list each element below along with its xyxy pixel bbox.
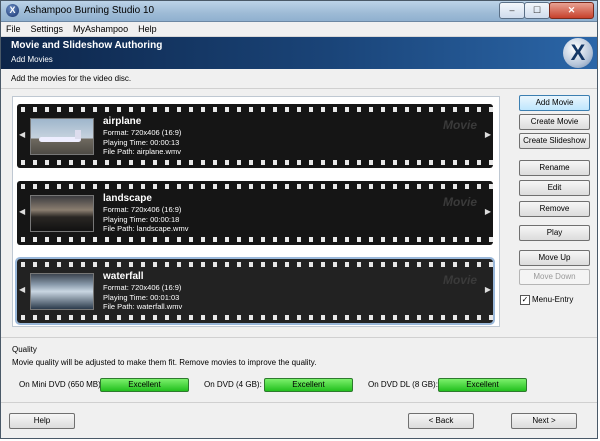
movie-file-path: File Path: landscape.wmv [103, 224, 189, 233]
movie-name: landscape [103, 193, 152, 204]
divider [1, 88, 597, 89]
film-perforation [17, 184, 493, 189]
movie-item-landscape[interactable]: ◀ ▶ landscape Format: 720x406 (16:9) Pla… [17, 181, 493, 245]
movie-thumbnail [30, 195, 94, 232]
arrow-right-icon: ▶ [484, 130, 491, 139]
movie-tag: Movie [442, 195, 477, 209]
page-subtitle: Add Movies [11, 55, 53, 64]
divider [1, 337, 597, 338]
movie-name: waterfall [103, 271, 144, 282]
minimize-button[interactable]: – [499, 2, 525, 19]
movie-format: Format: 720x406 (16:9) [103, 128, 182, 137]
film-perforation [17, 237, 493, 242]
quality-bar-dvd: Excellent [264, 378, 353, 392]
divider [1, 402, 597, 403]
quality-label-mini-dvd: On Mini DVD (650 MB): [19, 380, 104, 389]
movie-format: Format: 720x406 (16:9) [103, 283, 182, 292]
movie-thumbnail [30, 273, 94, 310]
menu-file[interactable]: File [1, 22, 26, 36]
arrow-left-icon: ◀ [19, 130, 26, 139]
instruction-text: Add the movies for the video disc. [11, 74, 132, 83]
film-perforation [17, 107, 493, 112]
movie-format: Format: 720x406 (16:9) [103, 205, 182, 214]
quality-label-dvd-dl: On DVD DL (8 GB): [368, 380, 438, 389]
movie-item-airplane[interactable]: ◀ ▶ airplane Format: 720x406 (16:9) Play… [17, 104, 493, 168]
checkbox-checked-icon[interactable]: ✓ [520, 295, 530, 305]
movie-info: airplane Format: 720x406 (16:9) Playing … [103, 116, 181, 157]
movie-playing-time: Playing Time: 00:00:18 [103, 214, 180, 224]
quality-title: Quality [12, 345, 37, 354]
page-header: Movie and Slideshow Authoring Add Movies… [1, 37, 597, 69]
movie-file-path: File Path: waterfall.wmv [103, 302, 183, 311]
movie-tag: Movie [442, 273, 477, 287]
menu-entry-label: Menu-Entry [532, 295, 574, 305]
app-logo-icon: X [6, 4, 19, 17]
movie-file-path: File Path: airplane.wmv [103, 147, 181, 156]
film-perforation [17, 160, 493, 165]
movie-thumbnail [30, 118, 94, 155]
film-perforation [17, 262, 493, 267]
next-button[interactable]: Next > [511, 413, 577, 429]
help-button[interactable]: Help [9, 413, 75, 429]
maximize-button[interactable]: ☐ [524, 2, 550, 19]
arrow-right-icon: ▶ [484, 207, 491, 216]
movie-name: airplane [103, 116, 142, 127]
quality-note: Movie quality will be adjusted to make t… [12, 358, 317, 367]
movie-item-waterfall[interactable]: ◀ ▶ waterfall Format: 720x406 (16:9) Pla… [15, 257, 495, 325]
quality-label-dvd: On DVD (4 GB): [204, 380, 262, 389]
app-window: X Ashampoo Burning Studio 10 – ☐ ✕ File S… [0, 0, 598, 439]
movie-playing-time: Playing Time: 00:00:13 [103, 137, 180, 147]
menu-help[interactable]: Help [133, 22, 162, 36]
rename-button[interactable]: Rename [519, 160, 590, 176]
arrow-left-icon: ◀ [19, 285, 26, 294]
create-movie-button[interactable]: Create Movie [519, 114, 590, 130]
window-title: Ashampoo Burning Studio 10 [24, 5, 155, 16]
move-up-button[interactable]: Move Up [519, 250, 590, 266]
quality-bar-dvd-dl: Excellent [438, 378, 527, 392]
movie-tag: Movie [442, 118, 477, 132]
title-bar: X Ashampoo Burning Studio 10 – ☐ ✕ [1, 1, 597, 22]
menu-settings[interactable]: Settings [26, 22, 69, 36]
move-down-button[interactable]: Move Down [519, 269, 590, 285]
menu-myashampoo[interactable]: MyAshampoo [68, 22, 133, 36]
film-perforation [17, 315, 493, 320]
play-button[interactable]: Play [519, 225, 590, 241]
movie-playing-time: Playing Time: 00:01:03 [103, 292, 180, 302]
arrow-right-icon: ▶ [484, 285, 491, 294]
airplane-tail-shape [75, 130, 81, 139]
close-button[interactable]: ✕ [549, 2, 594, 19]
quality-bar-mini-dvd: Excellent [100, 378, 189, 392]
add-movie-button[interactable]: Add Movie [519, 95, 590, 111]
ashampoo-logo-icon: X [563, 38, 593, 68]
remove-button[interactable]: Remove [519, 201, 590, 217]
edit-button[interactable]: Edit [519, 180, 590, 196]
menu-entry-checkbox[interactable]: ✓ Menu-Entry [520, 295, 573, 305]
arrow-left-icon: ◀ [19, 207, 26, 216]
movie-info: landscape Format: 720x406 (16:9) Playing… [103, 193, 188, 234]
movie-info: waterfall Format: 720x406 (16:9) Playing… [103, 271, 182, 312]
movie-list[interactable]: ◀ ▶ airplane Format: 720x406 (16:9) Play… [12, 96, 500, 327]
menu-bar: File Settings MyAshampoo Help [1, 22, 597, 37]
create-slideshow-button[interactable]: Create Slideshow [519, 133, 590, 149]
back-button[interactable]: < Back [408, 413, 474, 429]
page-title: Movie and Slideshow Authoring [11, 40, 163, 51]
